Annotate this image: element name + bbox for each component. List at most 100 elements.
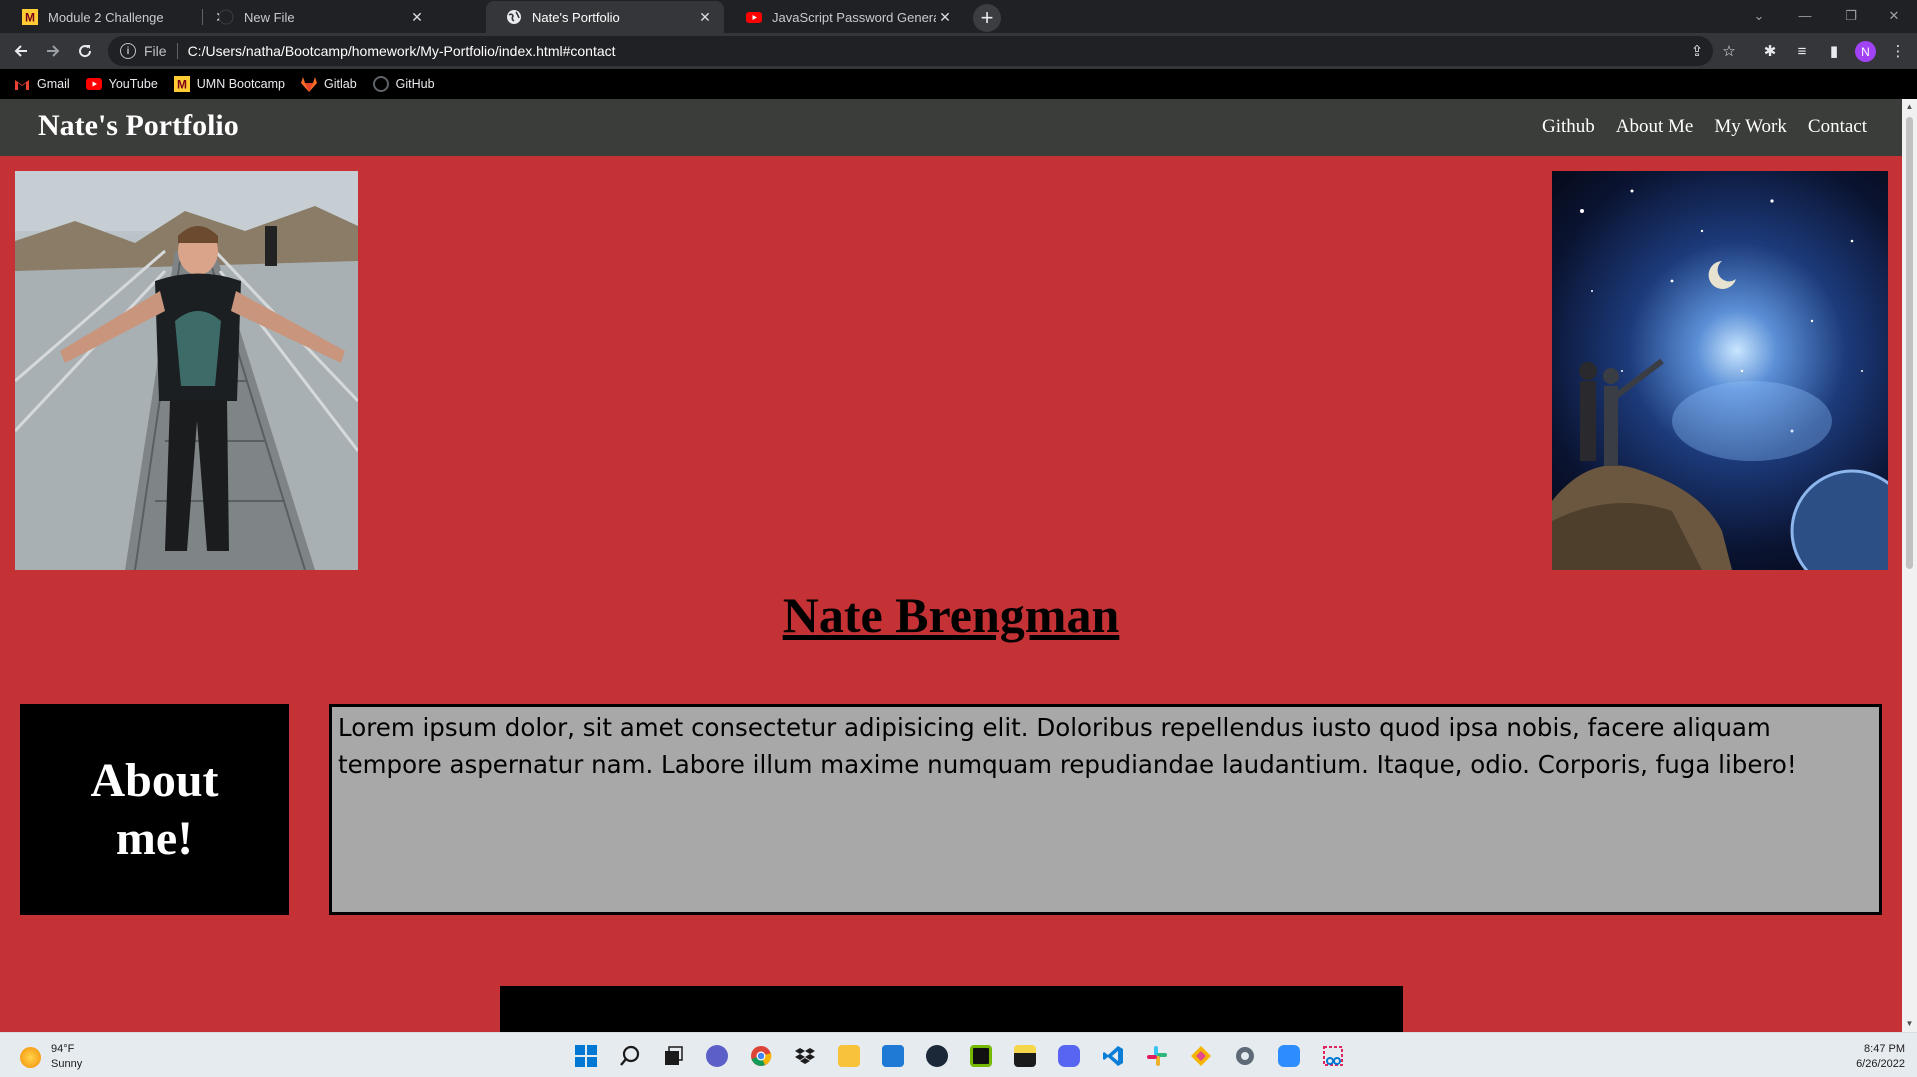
github-icon [218, 9, 234, 25]
address-url[interactable]: C:/Users/natha/Bootcamp/homework/My-Port… [188, 43, 616, 59]
tab-strip: M Module 2 Challenge ✕ New File ✕ Nate's… [0, 0, 1917, 33]
reload-icon [79, 45, 92, 58]
dropbox-icon[interactable] [791, 1042, 819, 1070]
svg-text:M: M [177, 78, 187, 92]
new-tab-button[interactable]: + [973, 4, 1001, 32]
back-arrow-icon [14, 45, 27, 57]
browser-toolbar: i File C:/Users/natha/Bootcamp/homework/… [0, 33, 1917, 69]
snipping-tool-icon[interactable] [1319, 1042, 1347, 1070]
restore-icon[interactable]: ❐ [1828, 0, 1874, 31]
gitlab-icon [301, 76, 318, 92]
nav-link-contact[interactable]: Contact [1808, 116, 1867, 138]
umn-icon: M [173, 76, 190, 92]
tab-javascript-password-generator[interactable]: JavaScript Password Generator - ✕ [726, 1, 964, 33]
page-viewport: Nate's Portfolio Github About Me My Work… [0, 99, 1902, 1032]
weather-widget[interactable]: 94°F Sunny [20, 1042, 82, 1072]
bookmark-github[interactable]: GitHub [372, 76, 435, 92]
bookmark-star-icon[interactable]: ☆ [1719, 41, 1739, 61]
address-bar[interactable]: i File C:/Users/natha/Bootcamp/homework/… [108, 36, 1713, 66]
nav-link-about-me[interactable]: About Me [1616, 116, 1694, 138]
back-button[interactable] [8, 38, 34, 64]
mail-icon[interactable] [879, 1042, 907, 1070]
file-explorer-icon[interactable] [835, 1042, 863, 1070]
zoom-icon[interactable] [1275, 1042, 1303, 1070]
start-icon[interactable] [572, 1042, 600, 1070]
close-tab-icon[interactable]: ✕ [936, 8, 954, 26]
site-nav: Github About Me My Work Contact [1542, 116, 1867, 138]
system-clock[interactable]: 8:47 PM 6/26/2022 [1856, 1042, 1905, 1072]
site-title: Nate's Portfolio [38, 109, 239, 142]
teams-icon[interactable] [703, 1042, 731, 1070]
bookmark-gitlab[interactable]: Gitlab [301, 76, 357, 92]
sticky-notes-icon[interactable] [1011, 1042, 1039, 1070]
weather-temp: 94°F [51, 1043, 75, 1055]
bookmark-gmail[interactable]: Gmail [14, 76, 70, 92]
reload-button[interactable] [72, 38, 98, 64]
bookmark-youtube[interactable]: YouTube [85, 76, 158, 92]
site-info-icon[interactable]: i [120, 43, 136, 59]
youtube-icon [85, 76, 102, 92]
scrollbar-thumb[interactable] [1906, 117, 1913, 569]
name-heading: Nate Brengman [782, 587, 1120, 643]
minimize-icon[interactable]: — [1782, 0, 1828, 31]
reading-list-icon[interactable]: ≡ [1792, 41, 1812, 61]
bookmark-label: GitHub [395, 77, 435, 91]
github-icon [372, 76, 389, 92]
gmail-icon [14, 76, 30, 92]
tab-label: Module 2 Challenge [48, 9, 164, 25]
close-tab-icon[interactable]: ✕ [696, 8, 714, 26]
menu-kebab-icon[interactable]: ⋮ [1888, 41, 1908, 61]
about-me-text: Lorem ipsum dolor, sit amet consectetur … [338, 713, 1797, 779]
tab-label: Nate's Portfolio [532, 9, 620, 25]
slack-icon[interactable] [1143, 1042, 1171, 1070]
bookmark-umn-bootcamp[interactable]: M UMN Bootcamp [173, 76, 286, 92]
tab-label: JavaScript Password Generator - [772, 9, 936, 25]
bookmark-label: UMN Bootcamp [196, 77, 286, 91]
bookmark-label: Gmail [37, 77, 70, 91]
site-header: Nate's Portfolio Github About Me My Work… [0, 99, 1902, 156]
tab-label: New File [244, 9, 295, 25]
globe-icon [506, 9, 522, 25]
chrome-icon[interactable] [747, 1042, 775, 1070]
tab-new-file[interactable]: New File ✕ [198, 1, 436, 33]
about-me-text-box: Lorem ipsum dolor, sit amet consectetur … [329, 704, 1882, 915]
page-scrollbar[interactable]: ▲ ▼ [1902, 99, 1917, 1032]
side-panel-icon[interactable]: ▮ [1824, 41, 1844, 61]
forward-button[interactable] [40, 38, 66, 64]
sun-icon [20, 1046, 41, 1068]
svg-text:M: M [25, 11, 35, 25]
nvidia-icon[interactable] [967, 1042, 995, 1070]
nav-link-github[interactable]: Github [1542, 116, 1595, 138]
forward-arrow-icon [47, 45, 60, 57]
about-me-title: About me! [90, 753, 219, 865]
vscode-icon[interactable] [1099, 1042, 1127, 1070]
taskbar: 94°F Sunny 8:47 PM 6/26/2022 [0, 1032, 1917, 1077]
task-view-icon[interactable] [659, 1042, 687, 1070]
discord-icon[interactable] [1055, 1042, 1083, 1070]
scroll-up-arrow-icon[interactable]: ▲ [1905, 102, 1914, 111]
clock-date: 6/26/2022 [1856, 1058, 1905, 1070]
profile-avatar[interactable]: N [1855, 41, 1876, 62]
close-tab-icon[interactable]: ✕ [408, 8, 426, 26]
git-icon[interactable] [1187, 1042, 1215, 1070]
profile-photo [15, 171, 358, 570]
extensions-icon[interactable]: ✱ [1760, 41, 1780, 61]
settings-icon[interactable] [1231, 1042, 1259, 1070]
search-icon[interactable] [616, 1042, 644, 1070]
bookmarks-bar: Gmail YouTube M UMN Bootcamp Gitlab GitH… [0, 69, 1917, 99]
bookmark-label: YouTube [108, 77, 158, 91]
share-icon[interactable]: ⇪ [1687, 41, 1707, 61]
weather-condition: Sunny [51, 1058, 83, 1070]
bookmark-label: Gitlab [324, 77, 357, 91]
galaxy-photo [1552, 171, 1888, 570]
steam-icon[interactable] [923, 1042, 951, 1070]
close-window-icon[interactable]: ✕ [1871, 0, 1917, 31]
address-scheme-label: File [144, 43, 178, 59]
work-section-bar [500, 986, 1403, 1032]
nav-link-my-work[interactable]: My Work [1714, 116, 1787, 138]
tab-search-icon[interactable]: ⌄ [1736, 0, 1782, 31]
about-me-box: About me! [20, 704, 289, 915]
clock-time: 8:47 PM [1864, 1043, 1905, 1055]
tab-nates-portfolio[interactable]: Nate's Portfolio ✕ [486, 1, 724, 33]
scroll-down-arrow-icon[interactable]: ▼ [1905, 1019, 1914, 1028]
